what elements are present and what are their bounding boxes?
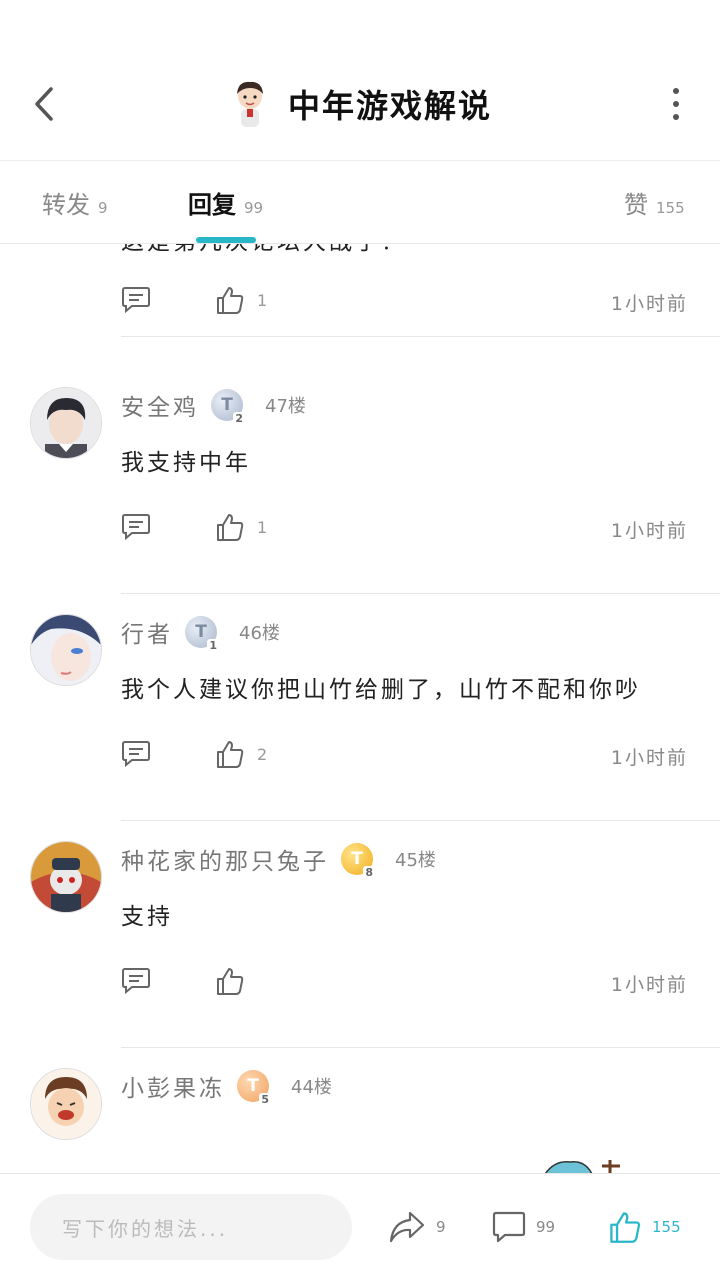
active-tab-indicator: [196, 237, 256, 243]
comment-text: 支持: [121, 904, 173, 930]
comment-count: 99: [536, 1218, 556, 1236]
tab-replies[interactable]: 回复 99: [188, 185, 263, 220]
tab-count: 155: [656, 199, 685, 217]
avatar[interactable]: [30, 387, 102, 459]
comment-icon: [122, 287, 150, 314]
more-dot-icon: [673, 101, 679, 107]
comment-meta: 种花家的那只兔子 T8 45楼: [121, 841, 436, 879]
thumbs-up-icon: [217, 514, 244, 541]
tab-bar: 转发 9 回复 99 赞 155: [0, 161, 720, 244]
tab-count: 99: [244, 199, 264, 217]
share-button[interactable]: 9: [388, 1210, 446, 1244]
like-count: 1: [257, 290, 268, 310]
like-button[interactable]: [215, 966, 257, 996]
thumbs-up-icon: [217, 287, 244, 314]
comment-button[interactable]: 99: [492, 1210, 555, 1244]
level-badge-icon: T5: [237, 1070, 271, 1106]
comment-icon: [122, 514, 150, 541]
avatar[interactable]: [30, 841, 102, 913]
divider: [121, 820, 720, 821]
comment-list[interactable]: 这是第几次论坛大战了？ 1 1小时前: [0, 243, 720, 1173]
more-options-button[interactable]: [666, 88, 686, 120]
comment-actions: 2 1小时前: [121, 739, 691, 775]
floor-number: 47楼: [265, 396, 306, 417]
tab-label: 赞: [624, 191, 648, 219]
channel-avatar[interactable]: [227, 78, 272, 130]
comment-item: 安全鸡 T2 47楼 我支持中年 1 1小时前: [0, 387, 720, 614]
divider: [121, 593, 720, 594]
thumbs-up-icon: [217, 968, 244, 995]
title-group: 中年游戏解说: [0, 76, 720, 132]
comment-actions: 1小时前: [121, 966, 691, 1002]
tab-count: 9: [98, 199, 108, 217]
thumbs-up-icon: [217, 741, 244, 768]
top-bar: 中年游戏解说: [0, 0, 720, 161]
level-badge-icon: T1: [185, 616, 219, 652]
like-post-button[interactable]: 155: [608, 1210, 681, 1244]
avatar[interactable]: [30, 614, 102, 686]
reply-button[interactable]: [121, 285, 151, 317]
bottom-action-bar: 写下你的想法... 9 99 155: [0, 1173, 720, 1281]
floor-number: 44楼: [291, 1077, 332, 1098]
comment-icon: [122, 968, 150, 995]
share-count: 9: [436, 1218, 446, 1236]
tab-label: 转发: [42, 191, 90, 219]
timestamp: 1小时前: [610, 747, 688, 769]
comment-text: 我支持中年: [121, 450, 251, 476]
like-button[interactable]: 2: [215, 739, 267, 769]
comment-text: 我个人建议你把山竹给删了，山竹不配和你吵: [121, 677, 641, 703]
level-badge-icon: T2: [211, 389, 245, 425]
comment-icon: [122, 741, 150, 768]
comment-item: 种花家的那只兔子 T8 45楼 支持 1小时前: [0, 841, 720, 1068]
reply-button[interactable]: [121, 512, 151, 544]
tab-likes[interactable]: 赞 155: [624, 185, 685, 220]
share-arrow-icon: [389, 1211, 425, 1243]
floor-number: 45楼: [395, 850, 436, 871]
username[interactable]: 小彭果冻: [121, 1069, 225, 1103]
tab-label: 回复: [188, 191, 236, 219]
username[interactable]: 安全鸡: [121, 388, 199, 422]
reply-button[interactable]: [121, 966, 151, 998]
more-dot-icon: [673, 114, 679, 120]
tab-repost[interactable]: 转发 9: [42, 185, 108, 220]
username[interactable]: 行者: [121, 615, 173, 649]
like-count: 155: [652, 1218, 681, 1236]
timestamp: 1小时前: [610, 974, 688, 996]
comment-meta: 行者 T1 46楼: [121, 614, 280, 652]
comment-meta: 小彭果冻 T5 44楼: [121, 1068, 332, 1106]
comment-input[interactable]: 写下你的想法...: [30, 1194, 352, 1260]
timestamp: 1小时前: [610, 293, 688, 315]
comment-actions: 1 1小时前: [121, 285, 691, 321]
username[interactable]: 种花家的那只兔子: [121, 842, 329, 876]
like-button[interactable]: 1: [215, 285, 267, 315]
comment-item: 行者 T1 46楼 我个人建议你把山竹给删了，山竹不配和你吵 2 1小时前: [0, 614, 720, 841]
comment-actions-row: 1 1小时前: [0, 243, 720, 337]
comment-meta: 安全鸡 T2 47楼: [121, 387, 306, 425]
timestamp: 1小时前: [610, 520, 688, 542]
like-button[interactable]: 1: [215, 512, 267, 542]
reply-button[interactable]: [121, 739, 151, 771]
divider: [121, 1047, 720, 1048]
floor-number: 46楼: [239, 623, 280, 644]
level-badge-icon: T8: [341, 843, 375, 879]
more-dot-icon: [673, 88, 679, 94]
like-count: 2: [257, 744, 268, 764]
thumbs-up-icon: [610, 1212, 641, 1243]
comment-bubble-icon: [492, 1211, 526, 1243]
page-title: 中年游戏解说: [287, 87, 492, 125]
divider: [121, 336, 720, 337]
avatar[interactable]: [30, 1068, 102, 1140]
comment-actions: 1 1小时前: [121, 512, 691, 548]
like-count: 1: [257, 517, 268, 537]
